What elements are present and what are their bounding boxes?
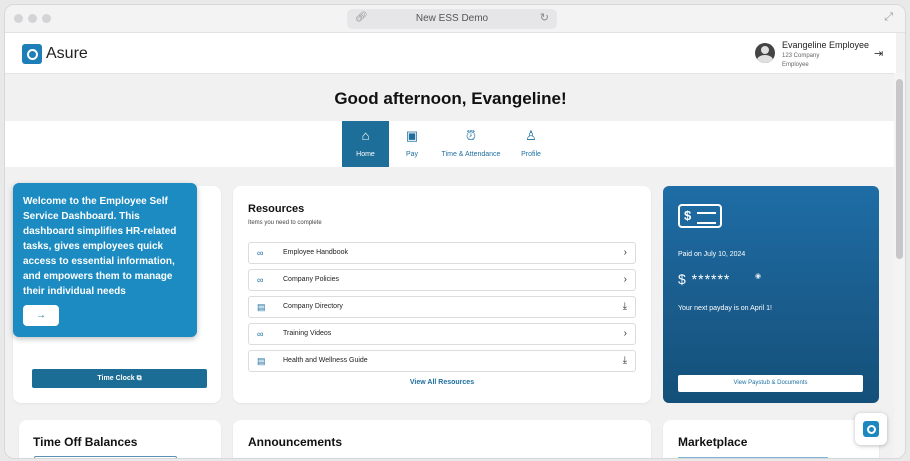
resource-row-company-directory[interactable]: ▤ Company Directory ⤓ bbox=[248, 296, 636, 318]
resource-label: Company Policies bbox=[283, 276, 340, 283]
close-dot[interactable] bbox=[14, 14, 23, 23]
document-icon: ▤ bbox=[257, 356, 266, 366]
address-bar[interactable]: 🔗︎ New ESS Demo ↻ bbox=[347, 9, 557, 29]
tab-time-attendance-label: Time & Attendance bbox=[441, 151, 501, 158]
dollar-bill-icon: $ bbox=[678, 204, 722, 228]
welcome-next-button[interactable]: → bbox=[23, 305, 59, 326]
tab-pay[interactable]: ▣ Pay bbox=[397, 121, 427, 167]
chevron-right-icon: › bbox=[623, 328, 627, 339]
link-icon: ∞ bbox=[257, 275, 264, 285]
link-icon: ∞ bbox=[257, 248, 264, 258]
page-scrollbar[interactable] bbox=[894, 73, 905, 458]
eye-icon[interactable]: ◉ bbox=[755, 272, 761, 280]
resource-row-company-policies[interactable]: ∞ Company Policies › bbox=[248, 269, 636, 291]
asure-logo-icon bbox=[863, 421, 879, 437]
person-icon: ♙ bbox=[525, 128, 537, 143]
tab-profile-label: Profile bbox=[521, 151, 541, 158]
welcome-text: Welcome to the Employee Self Service Das… bbox=[23, 196, 177, 297]
download-icon: ⤓ bbox=[622, 355, 627, 366]
asure-assistant-button[interactable] bbox=[855, 413, 887, 445]
greeting-title: Good afternoon, Evangeline! bbox=[334, 89, 567, 108]
tab-home[interactable]: ⌂ Home bbox=[342, 121, 389, 167]
tab-pay-label: Pay bbox=[405, 151, 419, 158]
resource-label: Training Videos bbox=[283, 330, 332, 337]
asure-logo-icon bbox=[22, 44, 42, 64]
chevron-right-icon: › bbox=[623, 274, 627, 285]
resource-row-training-videos[interactable]: ∞ Training Videos › bbox=[248, 323, 636, 345]
money-icon: ▣ bbox=[405, 128, 419, 143]
scrollbar-thumb[interactable] bbox=[896, 79, 903, 259]
greeting-band: Good afternoon, Evangeline! bbox=[5, 73, 896, 121]
link-icon: ∞ bbox=[257, 329, 264, 339]
pay-amount-hidden: $ ****** bbox=[678, 271, 731, 287]
main-nav: ⌂ Home ▣ Pay ⏰︎ Time & Attendance ♙ Prof… bbox=[5, 121, 896, 167]
resource-label: Health and Wellness Guide bbox=[283, 357, 368, 364]
welcome-popover: Welcome to the Employee Self Service Das… bbox=[13, 183, 197, 337]
alarm-clock-icon: ⏰︎ bbox=[465, 128, 477, 143]
minimize-dot[interactable] bbox=[28, 14, 37, 23]
logo-text: Asure bbox=[46, 45, 88, 62]
logout-icon[interactable]: ⇥ bbox=[874, 47, 883, 60]
time-clock-button[interactable]: Time Clock ⧉ bbox=[32, 369, 207, 388]
chevron-right-icon: › bbox=[623, 247, 627, 258]
zoom-dot[interactable] bbox=[42, 14, 51, 23]
avatar[interactable] bbox=[755, 43, 775, 63]
user-role: Employee bbox=[782, 62, 809, 68]
resource-row-health-wellness-guide[interactable]: ▤ Health and Wellness Guide ⤓ bbox=[248, 350, 636, 372]
browser-window: 🔗︎ New ESS Demo ↻ ⤢ Asure Evangeline Emp… bbox=[4, 4, 906, 459]
user-company: 123 Company bbox=[782, 53, 820, 59]
marketplace-accent-line bbox=[678, 457, 828, 458]
view-all-resources-link[interactable]: View All Resources bbox=[233, 379, 651, 386]
home-icon: ⌂ bbox=[361, 128, 370, 143]
tab-home-label: Home bbox=[356, 151, 375, 158]
resource-row-employee-handbook[interactable]: ∞ Employee Handbook › bbox=[248, 242, 636, 264]
resource-label: Company Directory bbox=[283, 303, 343, 310]
page-url-title: New ESS Demo bbox=[415, 13, 489, 24]
app-header: Asure Evangeline Employee 123 Company Em… bbox=[5, 33, 896, 73]
tab-profile[interactable]: ♙ Profile bbox=[513, 121, 549, 167]
pay-card: $ Paid on July 10, 2024 $ ****** ◉ Your … bbox=[663, 186, 879, 403]
paid-on-text: Paid on July 10, 2024 bbox=[678, 251, 746, 258]
tab-time-attendance[interactable]: ⏰︎ Time & Attendance bbox=[436, 121, 506, 167]
date-range-field[interactable] bbox=[34, 456, 177, 458]
resources-subtitle: Items you need to complete bbox=[248, 220, 322, 226]
browser-titlebar: 🔗︎ New ESS Demo ↻ ⤢ bbox=[5, 5, 905, 33]
resource-label: Employee Handbook bbox=[283, 249, 348, 256]
marketplace-title: Marketplace bbox=[678, 435, 748, 449]
announcements-title: Announcements bbox=[248, 435, 343, 449]
document-icon: ▤ bbox=[257, 302, 266, 312]
expand-icon[interactable]: ⤢ bbox=[884, 11, 893, 24]
reload-icon[interactable]: ↻ bbox=[540, 11, 549, 24]
resources-title: Resources bbox=[248, 203, 305, 215]
time-off-title: Time Off Balances bbox=[33, 435, 138, 449]
user-name: Evangeline Employee bbox=[782, 40, 870, 50]
view-paystub-button[interactable]: View Paystub & Documents bbox=[678, 375, 863, 392]
next-payday-text: Your next payday is on April 1! bbox=[678, 305, 772, 312]
download-icon: ⤓ bbox=[622, 301, 627, 312]
